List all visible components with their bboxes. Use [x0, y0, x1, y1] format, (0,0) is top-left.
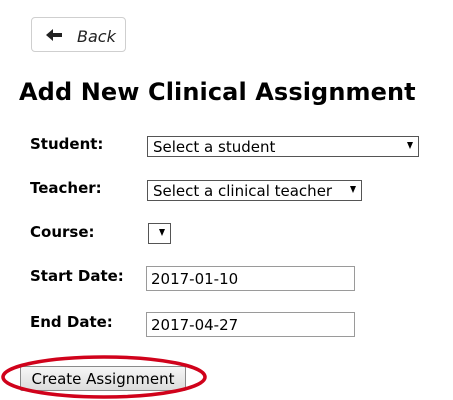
- back-button[interactable]: Back: [31, 17, 126, 52]
- arrow-left-icon: [46, 29, 62, 41]
- chevron-down-icon: [350, 186, 356, 193]
- teacher-select[interactable]: Select a clinical teacher: [147, 180, 362, 201]
- student-select-value: Select a student: [153, 138, 276, 156]
- end-date-input[interactable]: [146, 312, 355, 337]
- start-date-input[interactable]: [146, 266, 355, 291]
- teacher-select-value: Select a clinical teacher: [153, 182, 333, 200]
- teacher-label: Teacher:: [30, 179, 102, 197]
- back-label: Back: [77, 27, 116, 46]
- chevron-down-icon: [407, 142, 413, 149]
- page-title: Add New Clinical Assignment: [19, 78, 416, 106]
- start-date-label: Start Date:: [30, 267, 124, 285]
- create-assignment-button[interactable]: Create Assignment: [20, 366, 186, 391]
- course-label: Course:: [30, 223, 95, 241]
- student-label: Student:: [30, 135, 104, 153]
- chevron-down-icon: [159, 229, 165, 236]
- end-date-label: End Date:: [30, 313, 113, 331]
- student-select[interactable]: Select a student: [147, 136, 419, 157]
- course-select[interactable]: [148, 223, 171, 244]
